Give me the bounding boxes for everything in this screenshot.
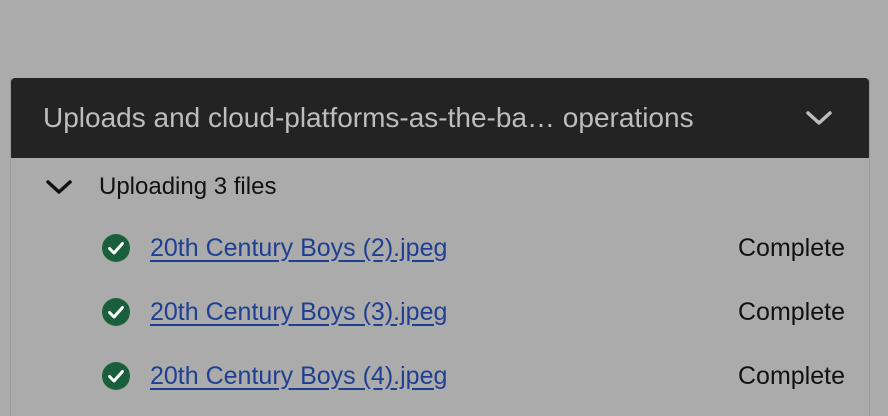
panel-title: Uploads and cloud-platforms-as-the-ba… o… (43, 102, 694, 133)
panel-header[interactable]: Uploads and cloud-platforms-as-the-ba… o… (11, 78, 869, 158)
file-list: 20th Century Boys (2).jpeg Complete 20th… (11, 216, 869, 408)
file-status: Complete (738, 233, 845, 262)
file-row: 20th Century Boys (3).jpeg Complete (11, 280, 869, 344)
file-link[interactable]: 20th Century Boys (2).jpeg (150, 234, 447, 263)
file-row: 20th Century Boys (2).jpeg Complete (11, 216, 869, 280)
chevron-down-icon[interactable] (799, 98, 839, 138)
chevron-down-icon[interactable] (43, 171, 75, 203)
file-status: Complete (738, 297, 845, 326)
check-circle-icon (101, 361, 131, 391)
file-link[interactable]: 20th Century Boys (3).jpeg (150, 298, 447, 327)
upload-group-header: Uploading 3 files (11, 158, 869, 216)
file-link[interactable]: 20th Century Boys (4).jpeg (150, 362, 447, 391)
uploads-panel: Uploads and cloud-platforms-as-the-ba… o… (10, 78, 870, 416)
file-status: Complete (738, 361, 845, 390)
check-circle-icon (101, 297, 131, 327)
file-row: 20th Century Boys (4).jpeg Complete (11, 344, 869, 408)
check-circle-icon (101, 233, 131, 263)
upload-group-label: Uploading 3 files (99, 173, 277, 200)
